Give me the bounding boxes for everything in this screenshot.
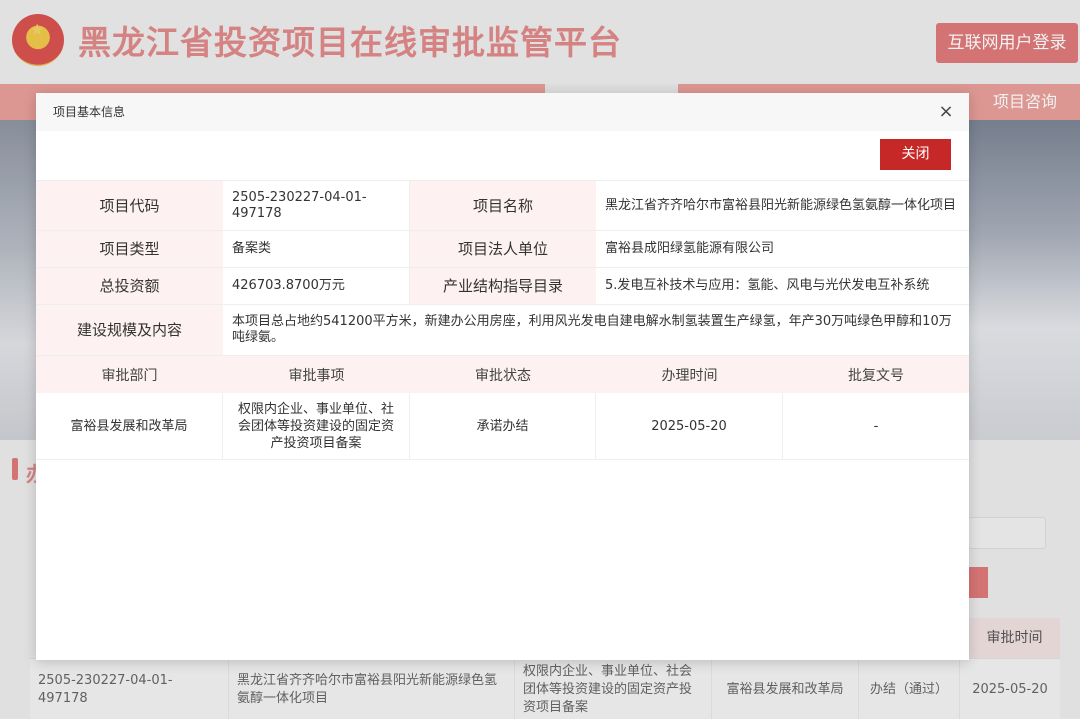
cell-matter: 权限内企业、事业单位、社会团体等投资建设的固定资产投资项目备案: [223, 393, 410, 460]
cell-doc-number: -: [873, 419, 879, 434]
cell-status: 承诺办结: [410, 393, 596, 460]
value-project-name: 黑龙江省齐齐哈尔市富裕县阳光新能源绿色氢氨醇一体化项目: [605, 197, 957, 213]
info-row: 项目类型 备案类 项目法人单位 富裕县成阳绿氢能源有限公司: [36, 231, 969, 268]
info-row: 项目代码 2505-230227-04-01-497178 项目名称 黑龙江省齐…: [36, 180, 969, 231]
column-header: 审批部门: [36, 356, 223, 393]
label-total-investment: 总投资额: [36, 268, 223, 304]
dialog-header: 项目基本信息 ×: [36, 93, 969, 131]
info-row: 建设规模及内容 本项目总占地约541200平方米，新建办公用房座，利用风光发电自…: [36, 305, 969, 356]
value-legal-entity: 富裕县成阳绿氢能源有限公司: [605, 241, 775, 256]
value-project-code: 2505-230227-04-01-497178: [223, 181, 410, 230]
label-project-type: 项目类型: [36, 231, 223, 267]
value-total-investment: 426703.8700万元: [223, 268, 410, 304]
value-construction-scale: 本项目总占地约541200平方米，新建办公用房座，利用风光发电自建电解水制氢装置…: [232, 314, 952, 345]
column-header: 批复文号: [783, 356, 969, 393]
cell-date: 2025-05-20: [596, 393, 783, 460]
label-industry-catalog: 产业结构指导目录: [410, 268, 596, 304]
column-header: 审批事项: [223, 356, 410, 393]
table-row: 富裕县发展和改革局 权限内企业、事业单位、社会团体等投资建设的固定资产投资项目备…: [36, 393, 969, 460]
label-project-name: 项目名称: [410, 181, 596, 230]
close-icon[interactable]: ×: [934, 99, 958, 125]
project-info-dialog: 项目基本信息 × 关闭 项目代码 2505-230227-04-01-49717…: [36, 93, 969, 660]
label-construction-scale: 建设规模及内容: [36, 305, 223, 355]
column-header: 审批状态: [410, 356, 596, 393]
label-legal-entity: 项目法人单位: [410, 231, 596, 267]
value-project-type: 备案类: [223, 231, 410, 267]
info-row: 总投资额 426703.8700万元 产业结构指导目录 5.发电互补技术与应用：…: [36, 268, 969, 305]
cell-dept: 富裕县发展和改革局: [36, 393, 223, 460]
value-industry-catalog: 5.发电互补技术与应用：氢能、风电与光伏发电互补系统: [605, 278, 930, 293]
close-button[interactable]: 关闭: [880, 139, 951, 170]
dialog-title: 项目基本信息: [53, 105, 126, 119]
label-project-code: 项目代码: [36, 181, 223, 230]
column-header: 办理时间: [596, 356, 783, 393]
